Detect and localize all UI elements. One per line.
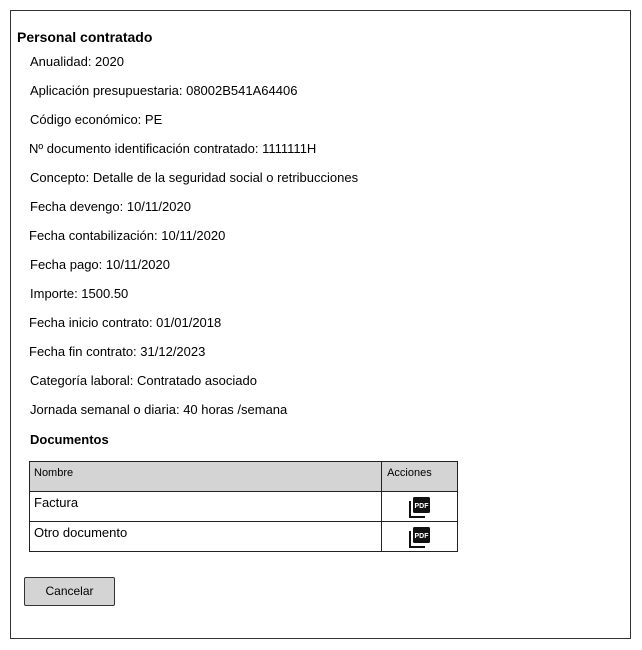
page-title: Personal contratado xyxy=(17,29,153,45)
documents-table: Nombre Acciones Factura PDF Otro documen… xyxy=(28,461,458,552)
document-actions-cell: PDF xyxy=(381,521,458,552)
field-codigo-economico: Código económico: PE xyxy=(30,112,163,127)
pdf-icon[interactable]: PDF xyxy=(408,496,431,518)
field-concepto: Concepto: Detalle de la seguridad social… xyxy=(30,170,359,185)
document-name: Otro documento xyxy=(34,525,128,540)
column-header-actions: Acciones xyxy=(381,461,458,492)
field-anualidad: Anualidad: 2020 xyxy=(30,54,124,69)
svg-text:PDF: PDF xyxy=(414,533,429,540)
field-fecha-devengo: Fecha devengo: 10/11/2020 xyxy=(30,199,191,214)
table-row: Factura PDF xyxy=(28,491,458,522)
field-fecha-fin-contrato: Fecha fin contrato: 31/12/2023 xyxy=(29,344,206,359)
document-name: Factura xyxy=(34,495,79,510)
field-aplicacion-presupuestaria: Aplicación presupuestaria: 08002B541A644… xyxy=(30,83,298,98)
field-importe: Importe: 1500.50 xyxy=(30,286,129,301)
field-documento-identificacion: Nº documento identificación contratado: … xyxy=(29,141,317,156)
pdf-icon[interactable]: PDF xyxy=(408,526,431,548)
document-actions-cell: PDF xyxy=(381,491,458,522)
field-jornada: Jornada semanal o diaria: 40 horas /sema… xyxy=(30,402,288,417)
table-row: Otro documento PDF xyxy=(28,521,458,552)
field-fecha-inicio-contrato: Fecha inicio contrato: 01/01/2018 xyxy=(29,315,222,330)
table-header-row: Nombre Acciones xyxy=(28,461,458,492)
column-header-name: Nombre xyxy=(28,461,383,492)
document-name-cell: Factura xyxy=(28,491,383,522)
documents-title: Documentos xyxy=(30,432,109,447)
svg-text:PDF: PDF xyxy=(414,503,429,510)
field-fecha-pago: Fecha pago: 10/11/2020 xyxy=(30,257,170,272)
field-fecha-contabilizacion: Fecha contabilización: 10/11/2020 xyxy=(29,228,226,243)
document-name-cell: Otro documento xyxy=(28,521,383,552)
cancel-button[interactable]: Cancelar xyxy=(24,577,115,606)
field-categoria-laboral: Categoría laboral: Contratado asociado xyxy=(30,373,257,388)
